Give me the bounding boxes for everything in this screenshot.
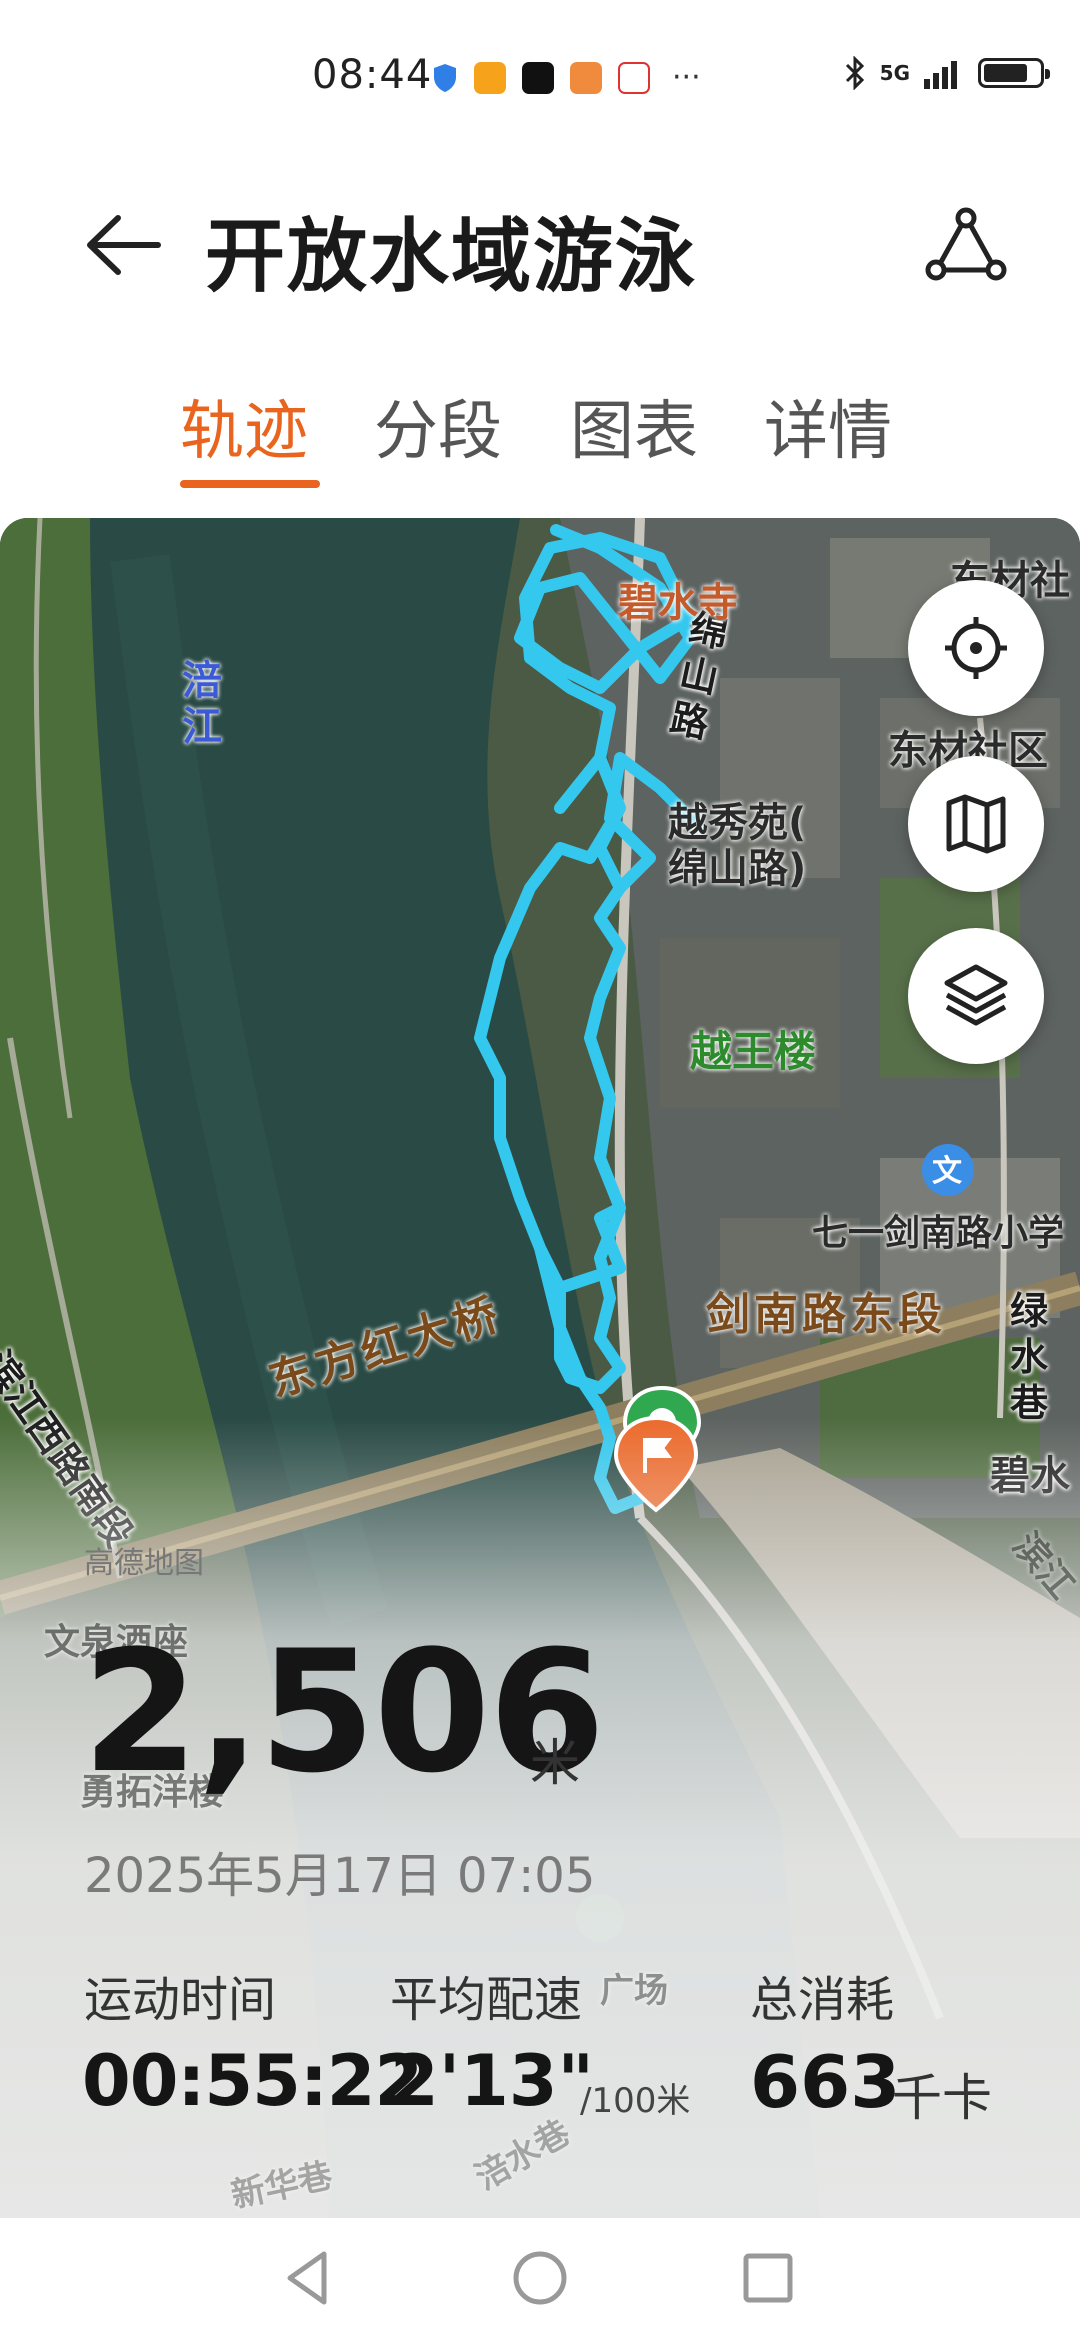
map-label-jiannan-road: 剑南路东段 bbox=[706, 1289, 946, 1340]
map-credit: 高德地图 bbox=[84, 1546, 204, 1581]
status-right: 5G bbox=[844, 56, 1050, 90]
nav-recents-button[interactable] bbox=[732, 2242, 804, 2314]
stat-value-pace: 2'13" bbox=[390, 2040, 595, 2122]
back-nav-icon bbox=[287, 2251, 327, 2305]
map-label-bishui-temple: 碧水寺 bbox=[618, 580, 738, 626]
map-label-school: 七一剑南路小学 bbox=[812, 1213, 1065, 1254]
recents-nav-icon bbox=[743, 2253, 793, 2303]
signal-icon bbox=[924, 61, 957, 89]
screen: 08:44 ··· 5G 开放水域游泳 轨迹 分段 图表 详情 涪江 东方红大桥… bbox=[0, 0, 1080, 2340]
map-label-school-icon: 文 bbox=[932, 1154, 962, 1189]
map-label-guangchang: 广场 bbox=[600, 1971, 668, 2011]
tab-bar: 轨迹 分段 图表 详情 bbox=[0, 380, 1080, 500]
map-label-yuewang-tower: 越王楼 bbox=[690, 1027, 817, 1076]
header: 开放水域游泳 bbox=[0, 150, 1080, 330]
locate-icon bbox=[945, 617, 1007, 679]
locate-button[interactable] bbox=[908, 580, 1044, 716]
workout-date: 2025年5月17日 07:05 bbox=[84, 1848, 596, 1904]
stat-label-duration: 运动时间 bbox=[84, 1972, 277, 2028]
battery-level bbox=[984, 64, 1027, 82]
distance-value: 2,506 bbox=[82, 1614, 605, 1810]
map-label-yuexiu: 越秀苑( 绵山路) bbox=[668, 800, 807, 892]
bluetooth-icon bbox=[845, 56, 864, 90]
tab-segments[interactable]: 分段 bbox=[374, 380, 502, 472]
tab-details[interactable]: 详情 bbox=[764, 380, 892, 472]
shield-icon bbox=[434, 63, 456, 92]
distance-unit: 米 bbox=[530, 1734, 580, 1792]
stat-unit-pace: /100米 bbox=[580, 2081, 691, 2121]
page-title: 开放水域游泳 bbox=[205, 210, 697, 303]
map-label-lvshui-lane: 绿水巷 bbox=[1010, 1289, 1049, 1425]
nav-home-button[interactable] bbox=[504, 2242, 576, 2314]
network-type: 5G bbox=[879, 61, 910, 85]
home-nav-icon bbox=[513, 2251, 567, 2305]
route-share-icon bbox=[925, 207, 1007, 281]
more-notifications-icon: ··· bbox=[672, 60, 701, 95]
layers-icon bbox=[944, 964, 1008, 1026]
arrow-left-icon bbox=[87, 215, 161, 275]
stat-value-duration: 00:55:22 bbox=[82, 2040, 423, 2122]
stat-value-calories: 663 bbox=[750, 2040, 901, 2124]
map-label-river: 涪江 bbox=[182, 658, 222, 750]
battery-icon bbox=[978, 58, 1050, 88]
track-map[interactable]: 涪江 东方红大桥 剑南路东段 绵山路 碧水寺 越秀苑( 绵山路) 越王楼 七一剑… bbox=[0, 518, 1080, 2218]
tab-track[interactable]: 轨迹 bbox=[180, 380, 308, 472]
status-time: 08:44 bbox=[312, 52, 433, 98]
nav-back-button[interactable] bbox=[272, 2242, 344, 2314]
system-nav-bar bbox=[0, 2218, 1080, 2340]
health-app-icon bbox=[570, 61, 602, 94]
notification-icons: ··· bbox=[432, 60, 701, 95]
tab-charts[interactable]: 图表 bbox=[570, 380, 698, 472]
stat-label-pace: 平均配速 bbox=[390, 1972, 583, 2028]
tiktok-icon bbox=[522, 61, 554, 94]
tab-active-indicator bbox=[180, 480, 320, 488]
status-bar: 08:44 ··· 5G bbox=[0, 0, 1080, 150]
stat-label-calories: 总消耗 bbox=[750, 1972, 895, 2028]
route-share-button[interactable] bbox=[920, 200, 1010, 290]
stat-unit-calories: 千卡 bbox=[892, 2069, 992, 2127]
map-mode-button[interactable] bbox=[908, 756, 1044, 892]
back-button[interactable] bbox=[78, 200, 168, 290]
app-notification-icon bbox=[618, 61, 650, 94]
layers-button[interactable] bbox=[908, 928, 1044, 1064]
map-icon bbox=[946, 794, 1006, 854]
app-notification-icon bbox=[474, 61, 506, 94]
